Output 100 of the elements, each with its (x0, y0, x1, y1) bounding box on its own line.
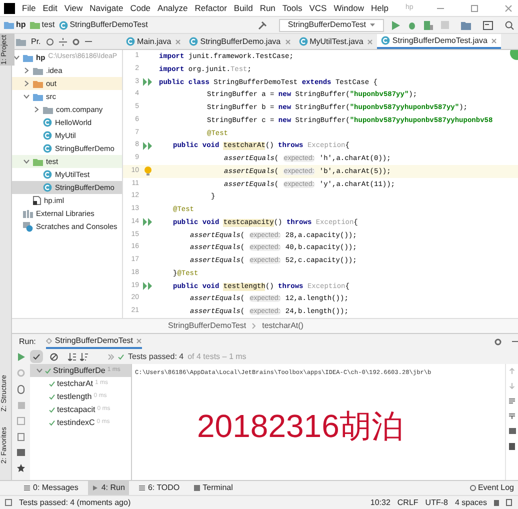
menu-item[interactable]: View (64, 2, 83, 14)
expanded-chevron-icon[interactable] (23, 93, 30, 100)
status-item[interactable]: 10:32 (370, 496, 390, 508)
run-icon[interactable] (392, 20, 400, 30)
run-test-icon[interactable] (143, 218, 152, 226)
terminal-icon (194, 485, 200, 491)
menu-item[interactable]: Code (130, 2, 151, 14)
chevron-right-icon (252, 323, 256, 329)
folder-grid-icon[interactable] (461, 20, 471, 30)
up-arrow-icon[interactable] (509, 368, 515, 374)
wrap-icon[interactable] (509, 398, 515, 404)
sort-alpha-icon[interactable] (68, 352, 76, 360)
close-icon[interactable] (284, 38, 291, 44)
show-ignored-toggle[interactable] (47, 350, 60, 363)
expanded-chevron-icon[interactable] (36, 367, 43, 374)
project-view-selector[interactable]: Pr. (31, 36, 41, 48)
bug-icon[interactable] (408, 20, 416, 30)
tool-window-tab[interactable]: 4: Run (88, 481, 129, 495)
print-icon[interactable] (508, 428, 516, 434)
lock-icon[interactable] (494, 500, 499, 506)
tool-window-tab[interactable]: Terminal (190, 481, 237, 495)
double-chevron-icon[interactable] (108, 354, 114, 360)
class-icon (43, 131, 52, 140)
tool-window-tab[interactable]: 6: TODO (134, 481, 184, 495)
nav-crumb[interactable]: hp (4, 19, 26, 31)
check-icon (118, 354, 124, 360)
export-icon[interactable] (17, 417, 25, 425)
close-icon[interactable] (175, 38, 182, 44)
collapsed-chevron-icon[interactable] (33, 106, 40, 113)
editor-tab[interactable]: MyUtilTest.java (294, 34, 378, 49)
hammer-icon[interactable] (258, 20, 267, 30)
maximize-button[interactable] (471, 4, 478, 12)
check-icon (33, 354, 40, 360)
class-icon (298, 37, 308, 46)
tests-detail: of 4 tests – 1 ms (188, 350, 246, 362)
expanded-chevron-icon[interactable] (13, 54, 20, 61)
menu-item[interactable]: Analyze (158, 2, 188, 14)
class-icon (43, 144, 52, 153)
close-icon[interactable] (367, 38, 374, 44)
search-icon[interactable] (505, 20, 514, 30)
menu-item[interactable]: Build (234, 2, 253, 14)
close-icon[interactable] (136, 338, 142, 344)
menu-item[interactable]: Help (370, 2, 388, 14)
show-passed-toggle[interactable] (30, 350, 43, 363)
run-test-icon[interactable] (143, 142, 152, 150)
menu-item[interactable]: Tools (282, 2, 302, 14)
test-name: StringBufferDe (53, 364, 106, 376)
editor-tab[interactable]: StringBufferDemoTest.java (377, 34, 502, 49)
pin-icon[interactable] (17, 433, 25, 441)
editor-tab[interactable]: StringBufferDemo.java (185, 34, 295, 49)
down-arrow-icon[interactable] (509, 383, 515, 389)
run-config-dropdown[interactable]: StringBufferDemoTest (278, 18, 384, 32)
menu-item[interactable]: VCS (309, 2, 327, 14)
nav-crumb[interactable]: test (30, 19, 55, 31)
breadcrumb-item[interactable]: StringBufferDemoTest (168, 320, 246, 332)
status-item[interactable]: 4 spaces (454, 496, 487, 508)
settings-icon[interactable] (494, 338, 502, 346)
inspector-icon[interactable] (506, 499, 512, 506)
expanded-chevron-icon[interactable] (23, 158, 30, 165)
file-icon (33, 196, 41, 205)
close-button[interactable] (505, 4, 512, 12)
editor-tab[interactable]: Main.java (122, 34, 186, 49)
app-logo-icon (4, 2, 15, 14)
menu-item[interactable]: Run (260, 2, 276, 14)
status-item[interactable]: UTF-8 (425, 496, 448, 508)
close-icon[interactable] (491, 38, 498, 44)
collapse-icon[interactable] (58, 38, 67, 46)
check-icon (45, 368, 51, 374)
target-icon[interactable] (46, 38, 54, 46)
menu-item[interactable]: Refactor (194, 2, 227, 14)
status-item[interactable]: CRLF (397, 496, 418, 508)
test-name: testindexC (57, 416, 95, 428)
run-test-icon[interactable] (143, 282, 152, 290)
scroll-end-icon[interactable] (509, 413, 515, 419)
rerun-icon[interactable] (18, 353, 24, 361)
menu-item[interactable]: Window (334, 2, 364, 14)
stop-icon[interactable] (18, 402, 24, 409)
rerun-failed-icon[interactable] (17, 369, 25, 377)
window-icon[interactable] (483, 20, 493, 30)
star-icon[interactable] (17, 464, 25, 472)
breadcrumb-item[interactable]: testcharAt() (262, 320, 304, 332)
nav-crumb[interactable]: StringBufferDemoTest (58, 19, 148, 31)
run-tab[interactable]: StringBufferDemoTest (46, 334, 142, 349)
lightbulb-icon[interactable] (144, 166, 152, 176)
coverage-icon[interactable] (424, 20, 433, 30)
test-name: testcharAt (57, 378, 94, 390)
event-log-button[interactable]: Event Log (470, 482, 514, 494)
class-icon (381, 36, 390, 45)
speech-bubble-icon (470, 485, 476, 491)
tool-window-tab[interactable]: 0: Messages (20, 481, 82, 495)
menu-item[interactable]: File (22, 2, 36, 14)
toggle-icon[interactable] (17, 385, 25, 394)
panel-toggle-icon[interactable] (5, 499, 12, 506)
settings-icon[interactable] (72, 38, 80, 46)
run-label: Run: (19, 336, 36, 348)
run-test-icon[interactable] (143, 78, 152, 86)
menu-item[interactable]: Navigate (90, 2, 124, 14)
class-icon (43, 183, 52, 192)
menu-item[interactable]: Edit (42, 2, 58, 14)
sort-duration-icon[interactable] (80, 352, 88, 360)
